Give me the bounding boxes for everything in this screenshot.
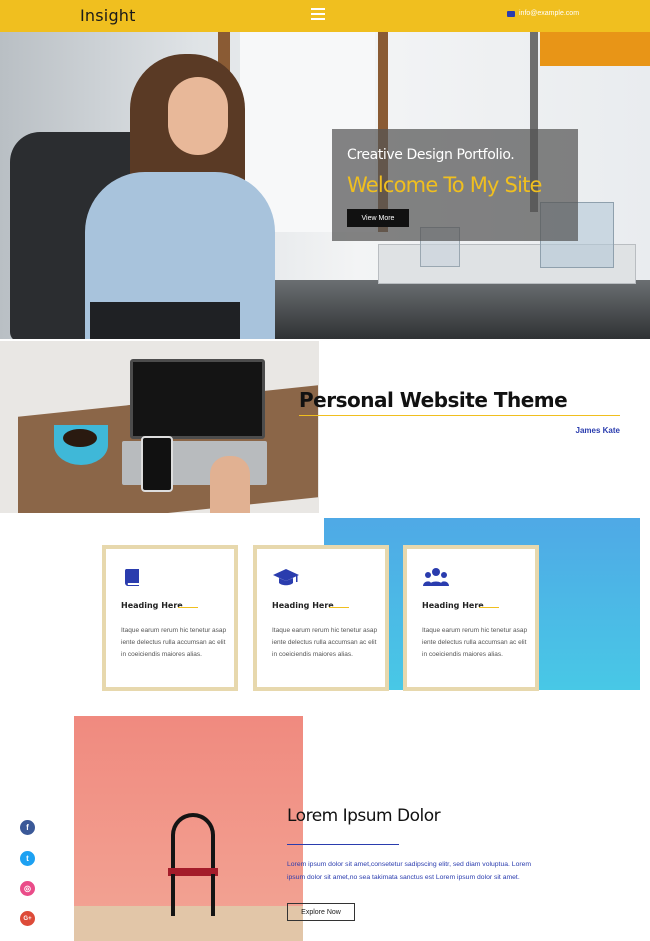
- service-heading-line: [329, 607, 349, 608]
- top-navbar: Insight info@example.com: [0, 0, 650, 32]
- feature-title: Lorem Ipsum Dolor: [287, 806, 441, 826]
- hero-title: Welcome To My Site: [347, 173, 542, 197]
- feature-photo-chair-leg: [211, 874, 215, 916]
- hero-photo-skirt: [90, 302, 240, 339]
- users-icon: [423, 568, 449, 586]
- about-divider: [299, 415, 620, 416]
- header-email-text: info@example.com: [519, 10, 580, 17]
- about-photo-laptop: [130, 359, 265, 439]
- service-text: Itaque earum rerum hic tenetur asap ient…: [121, 627, 227, 658]
- twitter-icon[interactable]: t: [20, 851, 35, 866]
- service-card: Heading Here Itaque earum rerum hic tene…: [102, 545, 238, 691]
- about-photo-hand: [210, 456, 250, 513]
- service-heading: Heading Here: [272, 601, 334, 610]
- service-text: Itaque earum rerum hic tenetur asap ient…: [272, 627, 378, 658]
- book-icon: [124, 569, 139, 586]
- view-more-button[interactable]: View More: [347, 209, 409, 227]
- service-heading: Heading Here: [121, 601, 183, 610]
- feature-divider: [287, 844, 399, 845]
- menu-toggle-button[interactable]: [311, 8, 325, 20]
- feature-text: Lorem ipsum dolor sit amet,consetetur sa…: [287, 861, 532, 881]
- about-title: Personal Website Theme: [299, 388, 568, 412]
- feature-photo: [74, 716, 303, 941]
- about-author: James Kate: [575, 426, 620, 435]
- about-photo-coffee: [63, 429, 97, 447]
- facebook-icon[interactable]: f: [20, 820, 35, 835]
- site-logo[interactable]: Insight: [80, 6, 136, 25]
- service-heading-line: [479, 607, 499, 608]
- page: Insight info@example.com Creative Design…: [0, 0, 650, 941]
- service-heading: Heading Here: [422, 601, 484, 610]
- header-email-link[interactable]: info@example.com: [507, 10, 579, 17]
- service-text: Itaque earum rerum hic tenetur asap ient…: [422, 627, 528, 658]
- about-photo-phone: [141, 436, 173, 492]
- hamburger-line: [311, 13, 325, 15]
- hero-subtitle: Creative Design Portfolio.: [347, 147, 515, 163]
- hero-photo-face: [168, 77, 228, 155]
- google-plus-icon[interactable]: G+: [20, 911, 35, 926]
- hero-photo-orange-wall: [540, 32, 650, 66]
- envelope-icon: [507, 10, 515, 17]
- hero-banner: Creative Design Portfolio. Welcome To My…: [0, 32, 650, 339]
- dribbble-icon[interactable]: ◎: [20, 881, 35, 896]
- about-photo: [0, 341, 319, 513]
- service-heading-line: [178, 607, 198, 608]
- service-card: Heading Here Itaque earum rerum hic tene…: [253, 545, 389, 691]
- graduation-cap-icon: [273, 569, 299, 586]
- feature-photo-chair-back: [171, 813, 215, 869]
- explore-now-button[interactable]: Explore Now: [287, 903, 355, 921]
- hamburger-line: [311, 8, 325, 10]
- hamburger-line: [311, 18, 325, 20]
- hero-caption-box: Creative Design Portfolio. Welcome To My…: [332, 129, 578, 241]
- service-card: Heading Here Itaque earum rerum hic tene…: [403, 545, 539, 691]
- feature-photo-chair-leg: [171, 874, 175, 916]
- feature-photo-floor: [74, 906, 303, 941]
